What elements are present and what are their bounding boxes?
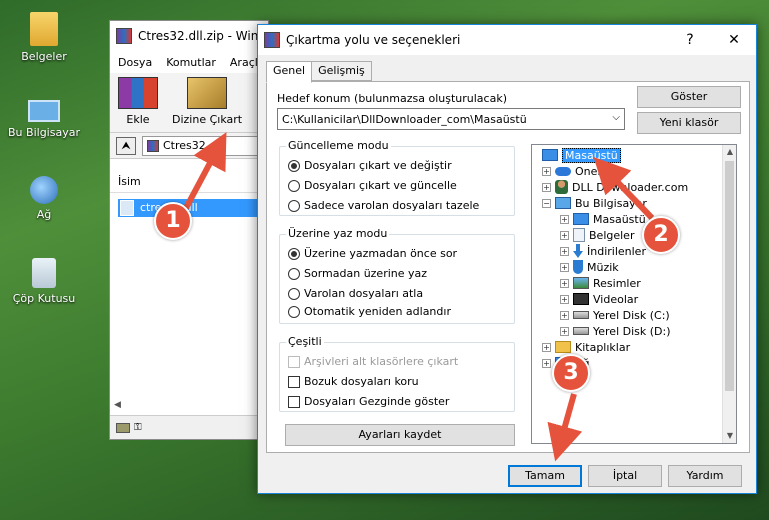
annotation-arrow-2 <box>593 157 655 221</box>
annotation-arrow-1 <box>183 132 227 210</box>
annotation-arrow-3 <box>547 393 583 462</box>
tab-general[interactable]: Genel <box>266 61 313 83</box>
annotation-badge-2: 2 <box>642 216 680 254</box>
annotation-arrows <box>183 132 655 462</box>
annotation-badge-3: 3 <box>552 354 590 392</box>
annotation-badge-1: 1 <box>154 202 192 240</box>
